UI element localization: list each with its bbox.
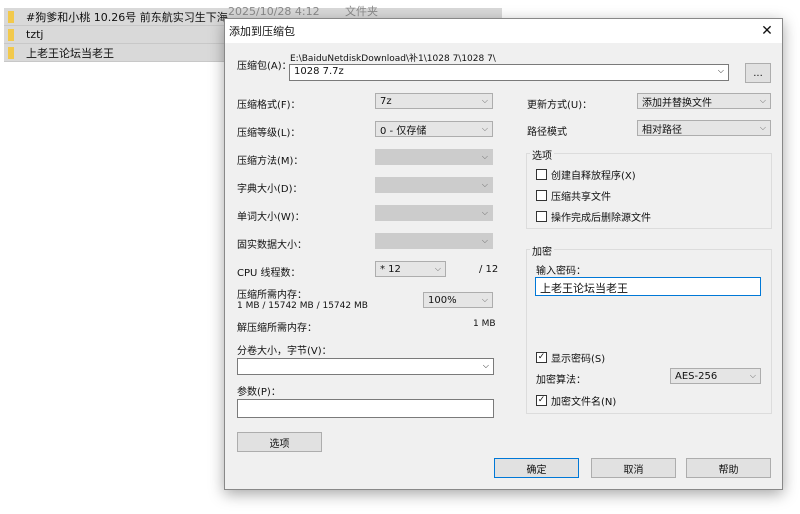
file-name: #狗爹和小桃 10.26号 前东航实习生下海... (26, 10, 239, 24)
enc-method-value: AES-256 (675, 370, 718, 382)
file-name: tztj (26, 28, 44, 41)
encrypt-names-checkbox[interactable]: ✓ 加密文件名(N) (536, 393, 616, 408)
dict-select: ⌵ (375, 177, 493, 193)
dialog-title: 添加到压缩包 (229, 25, 295, 38)
cpu-max: / 12 (479, 264, 499, 275)
split-combo[interactable]: ⌵ (237, 358, 494, 375)
archive-name: 1028 7.7z (294, 66, 344, 77)
level-label: 压缩等级(L)： (237, 128, 301, 139)
chevron-down-icon: ⌵ (717, 66, 724, 75)
add-to-archive-dialog: 添加到压缩包 ✕ 压缩包(A)： E:\BaiduNetdiskDownload\… (224, 18, 783, 490)
level-value: 0 - 仅存储 (380, 125, 427, 137)
folder-icon (8, 46, 14, 59)
word-label: 单词大小(W)： (237, 212, 305, 223)
chevron-down-icon: ⌵ (759, 96, 766, 105)
level-select[interactable]: 0 - 仅存储 ⌵ (375, 121, 493, 137)
checkbox-icon (536, 190, 547, 201)
delete-source-checkbox[interactable]: 操作完成后删除源文件 (536, 209, 651, 224)
chevron-down-icon: ⌵ (481, 96, 488, 105)
mem-percent: 100% (428, 294, 457, 306)
format-select[interactable]: 7z ⌵ (375, 93, 493, 109)
format-label: 压缩格式(F)： (237, 100, 301, 111)
enc-method-label: 加密算法： (536, 375, 586, 386)
chevron-down-icon: ⌵ (481, 124, 488, 133)
chevron-down-icon: ⌵ (481, 236, 488, 245)
chevron-down-icon: ⌵ (481, 152, 488, 161)
folder-icon (8, 28, 14, 41)
archive-path: E:\BaiduNetdiskDownload\补1\1028 7\1028 7… (290, 54, 496, 64)
password-label: 输入密码： (536, 266, 586, 277)
checkmark-icon: ✓ (536, 395, 547, 406)
ok-button[interactable]: 确定 (494, 458, 579, 478)
mem-value: 1 MB / 15742 MB / 15742 MB (237, 301, 368, 311)
params-label: 参数(P)： (237, 387, 281, 398)
title-bar: 添加到压缩包 ✕ (225, 19, 782, 43)
file-date: 2025/10/28 4:12 (228, 5, 320, 18)
password-input[interactable]: 上老王论坛当老王 (535, 277, 761, 296)
cpu-value: * 12 (380, 263, 401, 275)
options-button[interactable]: 选项 (237, 432, 322, 452)
format-value: 7z (380, 95, 392, 107)
archive-name-combo[interactable]: 1028 7.7z ⌵ (289, 64, 729, 81)
update-select[interactable]: 添加并替换文件 ⌵ (637, 93, 771, 109)
help-button[interactable]: 帮助 (686, 458, 771, 478)
shared-checkbox[interactable]: 压缩共享文件 (536, 188, 611, 203)
solid-select: ⌵ (375, 233, 493, 249)
close-icon[interactable]: ✕ (752, 23, 782, 39)
encryption-group-title: 加密 (530, 243, 554, 258)
enc-method-select[interactable]: AES-256 ⌵ (670, 368, 761, 384)
chevron-down-icon: ⌵ (481, 180, 488, 189)
update-value: 添加并替换文件 (642, 97, 712, 109)
file-row[interactable]: tztj (4, 26, 224, 44)
browse-button[interactable]: ... (745, 63, 771, 83)
method-select: ⌵ (375, 149, 493, 165)
chevron-down-icon: ⌵ (481, 208, 488, 217)
params-input[interactable] (237, 399, 494, 418)
split-label: 分卷大小，字节(V)： (237, 346, 332, 357)
update-label: 更新方式(U)： (527, 100, 593, 111)
file-type: 文件夹 (345, 5, 378, 18)
folder-icon (8, 10, 14, 23)
sfx-checkbox[interactable]: 创建自释放程序(X) (536, 167, 636, 182)
show-password-checkbox[interactable]: ✓ 显示密码(S) (536, 350, 605, 365)
mem-label: 压缩所需内存： (237, 290, 307, 301)
file-name: 上老王论坛当老王 (26, 46, 114, 60)
cpu-label: CPU 线程数： (237, 268, 301, 279)
chevron-down-icon: ⌵ (759, 123, 766, 132)
checkbox-icon (536, 169, 547, 180)
word-select: ⌵ (375, 205, 493, 221)
cancel-button[interactable]: 取消 (591, 458, 676, 478)
delete-source-label: 操作完成后删除源文件 (551, 213, 651, 224)
method-label: 压缩方法(M)： (237, 156, 304, 167)
chevron-down-icon: ⌵ (749, 371, 756, 380)
options-group-title: 选项 (530, 147, 554, 162)
chevron-down-icon: ⌵ (482, 361, 489, 370)
shared-label: 压缩共享文件 (551, 192, 611, 203)
chevron-down-icon: ⌵ (434, 264, 441, 273)
file-row[interactable]: 上老王论坛当老王 (4, 44, 224, 62)
path-mode-label: 路径模式 (527, 127, 567, 138)
dict-label: 字典大小(D)： (237, 184, 303, 195)
chevron-down-icon: ⌵ (481, 295, 488, 304)
path-mode-value: 相对路径 (642, 124, 682, 136)
show-password-label: 显示密码(S) (551, 354, 606, 365)
encrypt-names-label: 加密文件名(N) (551, 397, 617, 408)
archive-label: 压缩包(A)： (237, 61, 292, 72)
cpu-select[interactable]: * 12 ⌵ (375, 261, 446, 277)
path-mode-select[interactable]: 相对路径 ⌵ (637, 120, 771, 136)
mem-percent-select[interactable]: 100% ⌵ (423, 292, 493, 308)
checkbox-icon (536, 211, 547, 222)
unmem-label: 解压缩所需内存： (237, 323, 317, 334)
checkmark-icon: ✓ (536, 352, 547, 363)
unmem-value: 1 MB (473, 319, 496, 329)
solid-label: 固实数据大小： (237, 240, 307, 251)
sfx-label: 创建自释放程序(X) (551, 171, 636, 182)
